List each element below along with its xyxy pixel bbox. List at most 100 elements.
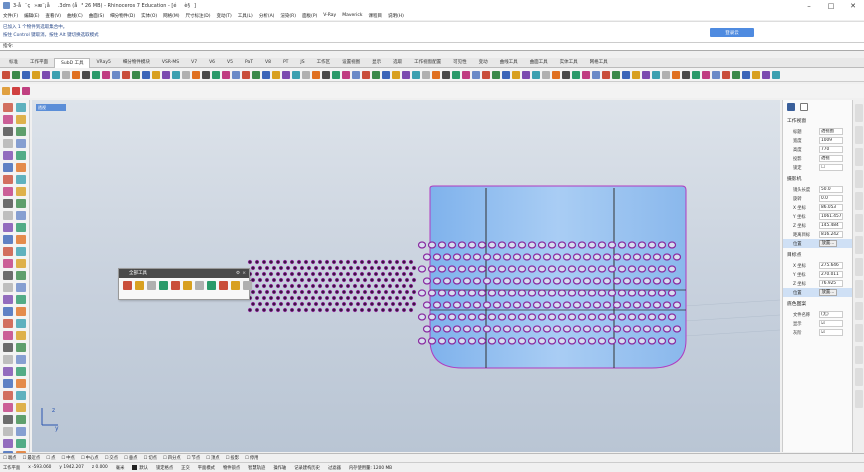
panel-tool-icon[interactable] — [171, 281, 180, 290]
toolbox-tool-icon[interactable] — [16, 199, 26, 208]
status-toggle[interactable]: 过滤器 — [328, 466, 341, 471]
menu-item[interactable]: 课程目 — [368, 13, 382, 19]
toolbox-tool-icon[interactable] — [16, 271, 26, 280]
toolbar-tool-icon[interactable] — [582, 70, 590, 79]
toolbar-tab[interactable]: 曲线工具 — [494, 58, 524, 68]
toolbar-tool-icon[interactable] — [12, 70, 20, 79]
osnap-option[interactable]: ☐中点 — [61, 455, 74, 461]
prop-value[interactable]: 86.053 — [819, 204, 843, 211]
toolbar-tool-icon[interactable] — [122, 70, 130, 79]
prop-value[interactable]: 76.925 — [819, 280, 843, 287]
toolbox-tool-icon[interactable] — [16, 427, 26, 436]
properties-icon[interactable] — [787, 103, 795, 111]
toolbar-tab[interactable]: 可见性 — [447, 58, 473, 68]
toolbar-tab[interactable]: 工作视窗配置 — [408, 58, 447, 68]
toolbox-tool-icon[interactable] — [3, 139, 13, 148]
side-tab[interactable] — [855, 258, 863, 276]
toolbox-tool-icon[interactable] — [3, 247, 13, 256]
toolbar-tab[interactable]: V6 — [203, 58, 221, 68]
toolbar-tool-icon[interactable] — [672, 70, 680, 79]
toolbar-tool-icon[interactable] — [342, 70, 350, 79]
toolbar-tool-icon[interactable] — [392, 70, 400, 79]
layers-icon[interactable] — [800, 103, 808, 111]
toolbox-tool-icon[interactable] — [3, 295, 13, 304]
panel-tool-icon[interactable] — [123, 281, 132, 290]
toolbar-tool-icon[interactable] — [622, 70, 630, 79]
toolbox-tool-icon[interactable] — [16, 379, 26, 388]
menu-item[interactable]: 曲线(C) — [67, 13, 83, 19]
toolbar-tool-icon[interactable] — [742, 70, 750, 79]
prop-value[interactable]: 透视 — [819, 155, 843, 162]
toolbox-tool-icon[interactable] — [3, 319, 13, 328]
undo-icon[interactable] — [12, 87, 20, 95]
toolbar-tool-icon[interactable] — [682, 70, 690, 79]
toolbar-tab[interactable]: 设置视图 — [336, 58, 366, 68]
osnap-option[interactable]: ☐四分点 — [163, 455, 181, 461]
toolbar-tool-icon[interactable] — [572, 70, 580, 79]
menu-item[interactable]: 曲面(S) — [89, 13, 104, 19]
toolbox-tool-icon[interactable] — [3, 355, 13, 364]
toolbox-tool-icon[interactable] — [16, 175, 26, 184]
toolbar-tool-icon[interactable] — [442, 70, 450, 79]
side-tab[interactable] — [855, 346, 863, 364]
toolbar-tool-icon[interactable] — [2, 70, 10, 79]
toolbox-tool-icon[interactable] — [16, 355, 26, 364]
toolbox-tool-icon[interactable] — [16, 391, 26, 400]
menu-item[interactable]: V-Ray — [323, 13, 336, 18]
toolbar-tab[interactable]: V8 — [259, 58, 277, 68]
toolbox-tool-icon[interactable] — [16, 151, 26, 160]
side-tab[interactable] — [855, 280, 863, 298]
toolbar-tab[interactable]: 选取 — [387, 58, 408, 68]
toolbar-tool-icon[interactable] — [522, 70, 530, 79]
toolbox-tool-icon[interactable] — [16, 187, 26, 196]
prop-value[interactable]: 透视图 — [819, 128, 843, 135]
toolbar-tab[interactable]: JS — [294, 58, 310, 68]
status-toggle[interactable]: 内存使用量: 1200 MB — [349, 466, 392, 471]
prop-value[interactable]: 50.0 — [819, 186, 843, 193]
prop-value[interactable]: 1009 — [819, 137, 843, 144]
prop-value[interactable]: 270.011 — [819, 271, 843, 278]
toolbar-tool-icon[interactable] — [512, 70, 520, 79]
toolbar-tool-icon[interactable] — [752, 70, 760, 79]
osnap-option[interactable]: ☐中心点 — [81, 455, 99, 461]
toolbar-tool-icon[interactable] — [412, 70, 420, 79]
toolbox-tool-icon[interactable] — [3, 307, 13, 316]
perspective-viewport[interactable]: 透视 z y 全部工具 ⚙ × — [32, 100, 780, 452]
toolbox-tool-icon[interactable] — [16, 103, 26, 112]
toolbar-tab[interactable]: 标准 — [3, 58, 24, 68]
menu-item[interactable]: 变动(T) — [217, 13, 232, 19]
prop-value[interactable]: 0.0 — [819, 195, 843, 202]
toolbar-tool-icon[interactable] — [262, 70, 270, 79]
osnap-option[interactable]: ☐顶点 — [206, 455, 219, 461]
prop-value[interactable]: ☑ — [819, 329, 843, 336]
toolbar-tool-icon[interactable] — [272, 70, 280, 79]
osnap-option[interactable]: ☐点 — [46, 455, 55, 461]
status-toggle[interactable]: 智慧轨迹 — [248, 466, 265, 471]
toolbar-tool-icon[interactable] — [212, 70, 220, 79]
toolbar-tool-icon[interactable] — [312, 70, 320, 79]
toolbar-tool-icon[interactable] — [772, 70, 780, 79]
toolbox-tool-icon[interactable] — [16, 127, 26, 136]
toolbox-tool-icon[interactable] — [3, 187, 13, 196]
toolbar-tab[interactable]: VSR-MS — [156, 58, 185, 68]
toolbox-tool-icon[interactable] — [3, 163, 13, 172]
toolbar-tool-icon[interactable] — [132, 70, 140, 79]
panel-tool-icon[interactable] — [195, 281, 204, 290]
status-toggle[interactable]: 平面模式 — [198, 466, 215, 471]
maximize-button[interactable]: □ — [820, 0, 842, 11]
menu-item[interactable]: 分析(A) — [259, 13, 275, 19]
side-tab[interactable] — [855, 126, 863, 144]
panel-tool-icon[interactable] — [147, 281, 156, 290]
toolbar-tool-icon[interactable] — [372, 70, 380, 79]
osnap-option[interactable]: ☐垂点 — [124, 455, 137, 461]
toolbox-tool-icon[interactable] — [3, 259, 13, 268]
toolbox-tool-icon[interactable] — [16, 295, 26, 304]
toolbar-tool-icon[interactable] — [282, 70, 290, 79]
panel-tool-icon[interactable] — [207, 281, 216, 290]
toolbar-tool-icon[interactable] — [652, 70, 660, 79]
pencil-icon[interactable] — [2, 87, 10, 95]
toolbar-tab[interactable]: 变动 — [473, 58, 494, 68]
layer-label[interactable]: 默认 — [139, 465, 148, 471]
toolbar-tab[interactable]: 实体工具 — [554, 58, 584, 68]
panel-tool-icon[interactable] — [231, 281, 240, 290]
